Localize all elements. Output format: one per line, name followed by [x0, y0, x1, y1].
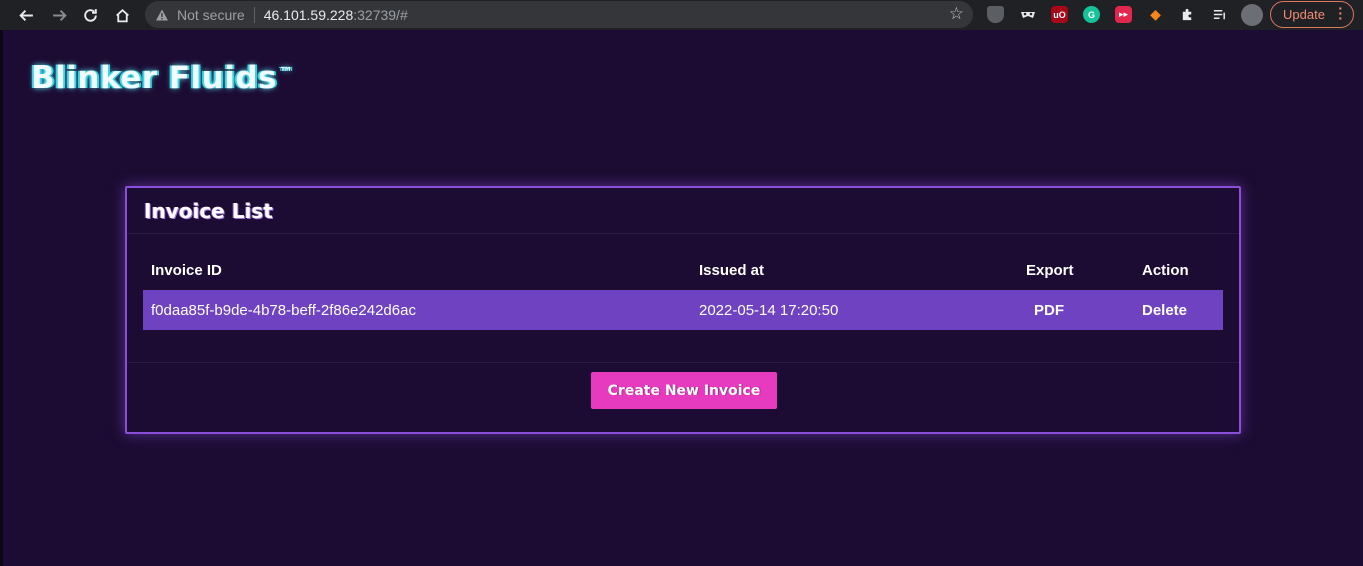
issued-at-cell: 2022-05-14 17:20:50 — [699, 302, 839, 319]
update-label: Update — [1283, 7, 1325, 22]
reload-icon[interactable] — [76, 1, 104, 29]
table-row: f0daa85f-b9de-4b78-beff-2f86e242d6ac 202… — [143, 290, 1223, 330]
column-header-invoice-id: Invoice ID — [151, 262, 222, 279]
shield-extension-icon[interactable] — [987, 6, 1004, 23]
profile-avatar[interactable] — [1241, 4, 1263, 26]
trademark-symbol: ™ — [278, 64, 294, 81]
logo: Blinker Fluids ™ — [31, 60, 293, 96]
url-path[interactable]: :32739/# — [353, 7, 408, 23]
column-header-export: Export — [1026, 262, 1074, 279]
ublock-icon[interactable]: uO — [1051, 6, 1068, 23]
create-new-invoice-button[interactable]: Create New Invoice — [591, 372, 777, 409]
youtube-extension-icon[interactable]: ▸▸ — [1115, 6, 1132, 23]
footer-divider — [127, 362, 1239, 363]
not-secure-label[interactable]: Not secure — [177, 7, 245, 23]
mask-extension-icon[interactable] — [1019, 6, 1036, 23]
column-header-issued-at: Issued at — [699, 262, 765, 279]
url-host[interactable]: 46.101.59.228 — [264, 7, 354, 23]
address-bar[interactable]: Not secure 46.101.59.228:32739/# ☆ — [145, 1, 973, 28]
bookmark-star-icon[interactable]: ☆ — [949, 4, 964, 24]
forward-arrow-icon[interactable] — [45, 1, 73, 29]
export-pdf-link[interactable]: PDF — [1034, 302, 1064, 319]
more-menu-icon[interactable]: · · · — [1338, 1, 1343, 25]
browser-toolbar: Not secure 46.101.59.228:32739/# ☆ uO G … — [0, 0, 1363, 30]
delete-invoice-link[interactable]: Delete — [1142, 302, 1187, 319]
invoice-id-cell: f0daa85f-b9de-4b78-beff-2f86e242d6ac — [151, 302, 416, 319]
omnibox-separator — [253, 6, 255, 23]
grammarly-icon[interactable]: G — [1083, 6, 1100, 23]
warning-icon[interactable] — [155, 8, 169, 22]
puzzle-extensions-icon[interactable] — [1179, 6, 1196, 23]
update-button[interactable]: Update · · · — [1270, 1, 1354, 28]
column-header-action: Action — [1142, 262, 1189, 279]
title-divider — [127, 233, 1239, 234]
home-icon[interactable] — [108, 1, 136, 29]
logo-text: Blinker Fluids — [31, 60, 277, 96]
card-title: Invoice List — [144, 199, 273, 223]
back-arrow-icon[interactable] — [12, 1, 40, 29]
window-edge — [0, 30, 3, 566]
metamask-fox-icon[interactable]: ◆ — [1147, 6, 1164, 23]
invoice-list-card: Invoice List Invoice ID Issued at Export… — [125, 186, 1241, 434]
reading-list-icon[interactable] — [1211, 6, 1228, 23]
